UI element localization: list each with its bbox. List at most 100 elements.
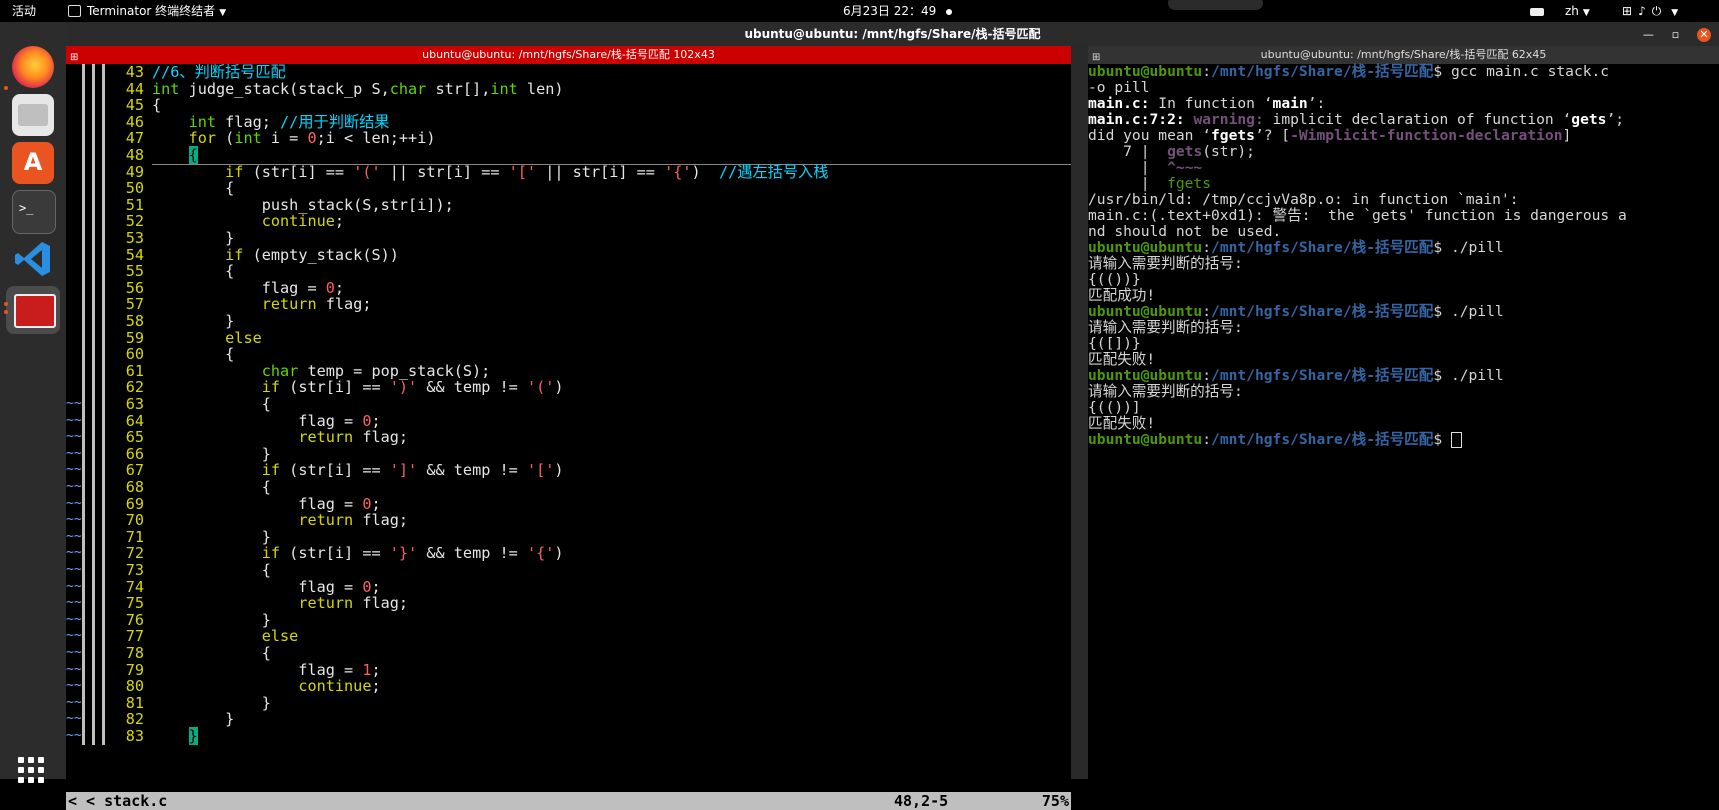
vim-editor[interactable]: 43 //6、判断括号匹配 44 int judge_stack(stack_p S,…: [66, 64, 1071, 788]
code-line[interactable]: 53 }: [66, 230, 1071, 247]
code-line[interactable]: ~~ 75 return flag;: [66, 595, 1071, 612]
code-line[interactable]: 44 int judge_stack(stack_p S,char str[],i…: [66, 80, 1071, 98]
dock: A >_: [0, 22, 67, 783]
line-number: 74: [125, 577, 144, 596]
code-line[interactable]: 61 char temp = pop_stack(S);: [66, 362, 1071, 380]
code-line[interactable]: 48 {: [66, 146, 1071, 165]
shell-output[interactable]: ubuntu@ubuntu:/mnt/hgfs/Share/栈-括号匹配$ gc…: [1088, 64, 1719, 779]
code-line[interactable]: 45 {: [66, 97, 1071, 114]
code-line[interactable]: ~~ 65 return flag;: [66, 429, 1071, 446]
code-text: return flag;: [298, 511, 409, 530]
gutter: [66, 130, 116, 147]
gutter: ~~: [66, 645, 116, 662]
pane-splitter[interactable]: [1071, 46, 1088, 779]
keyboard-icon[interactable]: [1530, 0, 1544, 22]
line-number: 71: [125, 527, 144, 546]
line-number: 69: [125, 494, 144, 513]
activities-button[interactable]: 活动: [12, 0, 36, 22]
code-line[interactable]: ~~ 71 }: [66, 527, 1071, 546]
code-line[interactable]: ~~ 63 {: [66, 396, 1071, 413]
code-line[interactable]: 46 int flag; //用于判断结果: [66, 113, 1071, 131]
terminal-line: ubuntu@ubuntu:/mnt/hgfs/Share/栈-括号匹配$ ./…: [1088, 239, 1504, 256]
line-number: 70: [125, 511, 144, 530]
code-text: }: [188, 727, 198, 745]
code-line[interactable]: ~~ 69 flag = 0;: [66, 494, 1071, 513]
code-line[interactable]: 56 flag = 0;: [66, 279, 1071, 297]
left-pane-titlebar[interactable]: ⊞ ubuntu@ubuntu: /mnt/hgfs/Share/栈-括号匹配 …: [66, 46, 1071, 64]
line-number: 58: [125, 312, 144, 330]
vscode-icon[interactable]: [12, 238, 54, 280]
code-text: continue;: [261, 212, 345, 231]
gutter: [66, 196, 116, 214]
code-line[interactable]: ~~ 66 }: [66, 444, 1071, 463]
firefox-icon[interactable]: [12, 46, 54, 88]
code-text: flag = 0;: [152, 577, 381, 596]
code-line[interactable]: ~~ 76 }: [66, 611, 1071, 629]
code-line[interactable]: 58 }: [66, 313, 1071, 330]
gutter: [66, 379, 116, 396]
terminal-icon[interactable]: >_: [12, 190, 56, 234]
files-icon[interactable]: [12, 94, 54, 136]
code-line[interactable]: 50 {: [66, 180, 1071, 197]
code-line[interactable]: 59 else: [66, 329, 1071, 347]
code-text: return flag;: [261, 295, 372, 314]
code-line[interactable]: ~~ 72 if (str[i] == '}' && temp != '{'): [66, 545, 1071, 562]
code-line[interactable]: ~~ 68 {: [66, 479, 1071, 496]
system-status-menu[interactable]: ⊞♪⏻ ▼: [1622, 0, 1684, 22]
line-number: 60: [125, 345, 144, 364]
input-method-menu[interactable]: zh ▼: [1565, 0, 1590, 22]
close-icon[interactable]: ✕: [1697, 27, 1711, 42]
code-line[interactable]: ~~ 80 continue;: [66, 678, 1071, 695]
code-line[interactable]: 52 continue;: [66, 213, 1071, 230]
terminal-line: 匹配失败!: [1088, 415, 1156, 432]
right-terminal-pane[interactable]: ⊞ ubuntu@ubuntu: /mnt/hgfs/Share/栈-括号匹配 …: [1088, 46, 1719, 779]
code-line[interactable]: ~~ 82 }: [66, 711, 1071, 728]
code-line[interactable]: ~~ 73 {: [66, 562, 1071, 579]
code-line[interactable]: ~~ 78 {: [66, 645, 1071, 662]
input-method-label: zh: [1565, 4, 1579, 18]
line-number: 45: [125, 96, 144, 115]
code-line[interactable]: 57 return flag;: [66, 296, 1071, 313]
code-line[interactable]: ~~ 83 }: [66, 727, 1071, 745]
right-pane-titlebar[interactable]: ⊞ ubuntu@ubuntu: /mnt/hgfs/Share/栈-括号匹配 …: [1088, 46, 1719, 64]
code-line[interactable]: ~~ 64 flag = 0;: [66, 412, 1071, 430]
line-number: 50: [125, 179, 144, 198]
code-line[interactable]: 55 {: [66, 263, 1071, 280]
code-line[interactable]: ~~ 74 flag = 0;: [66, 577, 1071, 596]
code-line[interactable]: 47 for (int i = 0;i < len;++i): [66, 130, 1071, 147]
right-pane-title: ubuntu@ubuntu: /mnt/hgfs/Share/栈-括号匹配 62…: [1260, 48, 1547, 61]
code-line[interactable]: ~~ 70 return flag;: [66, 512, 1071, 529]
window-titlebar[interactable]: ubuntu@ubuntu: /mnt/hgfs/Share/栈-括号匹配 — …: [66, 22, 1719, 46]
code-text: {: [152, 478, 271, 496]
code-line[interactable]: 49 if (str[i] == '(' || str[i] == '[' ||…: [66, 163, 1071, 181]
software-icon[interactable]: A: [12, 142, 54, 184]
code-text: continue;: [298, 677, 381, 696]
minimize-icon[interactable]: —: [1643, 23, 1654, 47]
code-line[interactable]: 54 if (empty_stack(S)): [66, 245, 1071, 264]
notification-dot-icon: [946, 8, 953, 15]
code-line[interactable]: ~~ 77 else: [66, 628, 1071, 645]
terminal-line: | ^~~~: [1088, 159, 1203, 176]
left-terminal-pane[interactable]: ⊞ ubuntu@ubuntu: /mnt/hgfs/Share/栈-括号匹配 …: [66, 46, 1071, 810]
maximize-icon[interactable]: ▫: [1672, 23, 1679, 47]
gutter: [66, 230, 116, 247]
terminal-line: {(())]: [1088, 399, 1141, 416]
code-line[interactable]: 62 if (str[i] == ')' && temp != '('): [66, 379, 1071, 396]
app-menu[interactable]: Terminator 终端终结者 ▼: [68, 0, 226, 22]
code-line[interactable]: 60 {: [66, 346, 1071, 363]
network-icon: ⊞: [1622, 4, 1639, 18]
gutter: [66, 296, 116, 313]
code-text: if (empty_stack(S)): [225, 245, 399, 264]
code-line[interactable]: 51 push_stack(S,str[i]);: [66, 196, 1071, 214]
code-text: }: [152, 444, 271, 463]
code-line[interactable]: ~~ 79 flag = 1;: [66, 661, 1071, 679]
code-line[interactable]: ~~ 67 if (str[i] == ']' && temp != '['): [66, 462, 1071, 479]
gutter: [66, 113, 116, 131]
code-line[interactable]: 43 //6、判断括号匹配: [66, 64, 1071, 81]
terminal-line: 匹配失败!: [1088, 351, 1156, 368]
code-line[interactable]: ~~ 81 }: [66, 694, 1071, 712]
show-apps-icon[interactable]: [18, 757, 48, 787]
clock[interactable]: 6月23日 22：49: [843, 0, 953, 22]
terminator-icon[interactable]: [6, 286, 60, 334]
terminal-cursor: [1450, 432, 1462, 448]
